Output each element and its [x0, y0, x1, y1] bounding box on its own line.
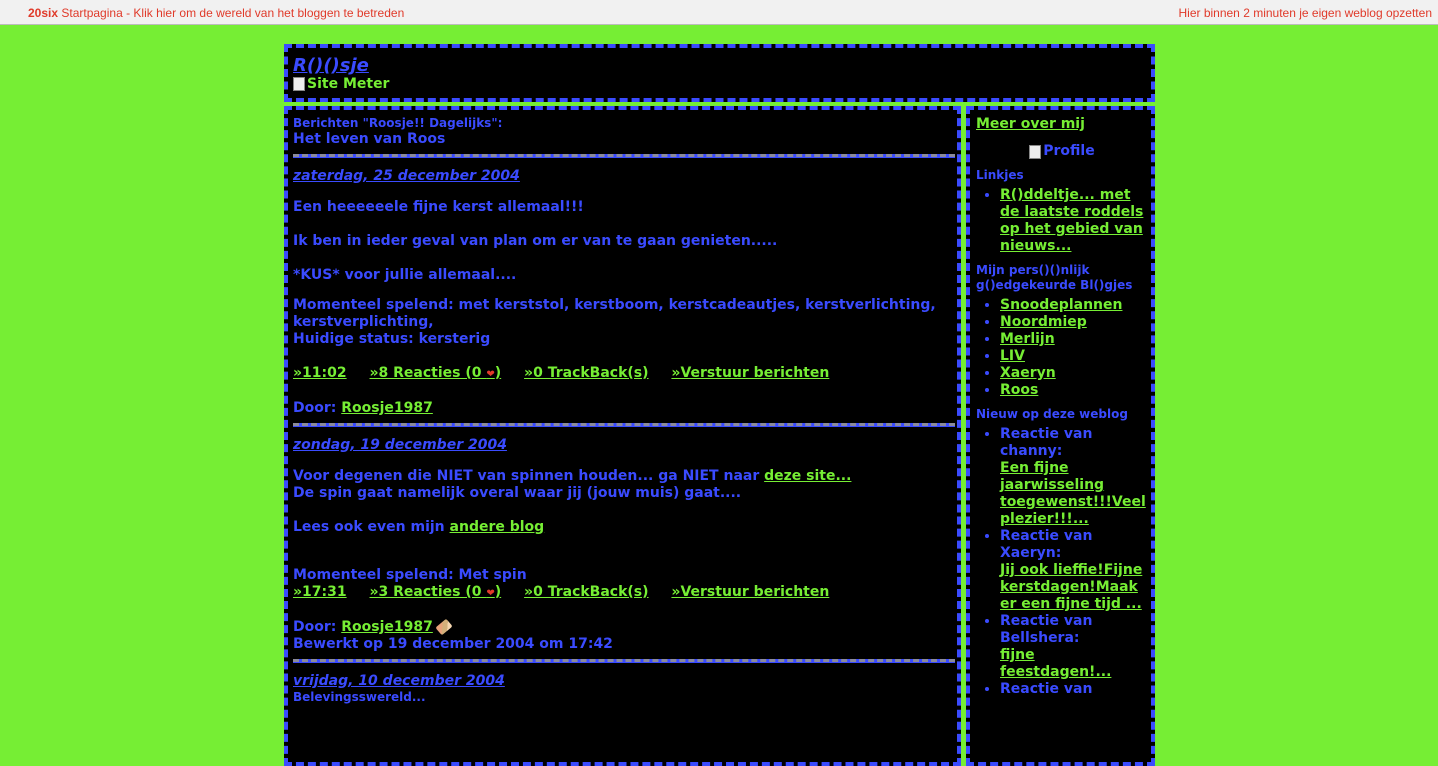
- profile-alt: Profile: [1043, 143, 1095, 159]
- blogs-heading: Mijn pers()()nlijk g()edgekeurde Bl()gje…: [976, 263, 1133, 292]
- author-link[interactable]: Roosje1987: [341, 619, 433, 635]
- post-status: Huidige status: kersterig: [293, 331, 491, 347]
- new-heading: Nieuw op deze weblog: [976, 407, 1128, 421]
- blogs-list: Snoodeplannen Noordmiep Merlijn LIV Xaer…: [976, 297, 1148, 399]
- sidebar-link[interactable]: R()ddeltje... met de laatste roddels op …: [1000, 187, 1143, 254]
- profile-image[interactable]: Profile: [976, 143, 1148, 160]
- post-meta: »17:31 »3 Reacties (0 ❤) »0 TrackBack(s)…: [293, 584, 955, 602]
- author-label: Door:: [293, 619, 342, 635]
- list-item: Reactie van channy:Een fijne jaarwisseli…: [1000, 426, 1148, 528]
- comment-link[interactable]: fijne feestdagen!...: [1000, 647, 1111, 680]
- site-meter-alt: Site Meter: [307, 76, 390, 92]
- post-subtitle: Belevingsswereld...: [293, 690, 426, 704]
- list-item: Reactie van Bellshera:fijne feestdagen!.…: [1000, 613, 1148, 681]
- blog-link[interactable]: Snoodeplannen: [1000, 297, 1122, 313]
- spider-site-link[interactable]: deze site...: [764, 468, 851, 484]
- intro-label: Berichten "Roosje!! Dagelijks":: [293, 116, 503, 130]
- post-time-link[interactable]: »11:02: [293, 365, 347, 381]
- post-playing: Momenteel spelend: met kerststol, kerstb…: [293, 297, 936, 330]
- post-line: Ik ben in ieder geval van plan om er van…: [293, 233, 778, 249]
- trackback-link[interactable]: »0 TrackBack(s): [524, 584, 649, 600]
- blog-title-link[interactable]: R()()sje: [293, 55, 369, 76]
- heart-icon: ❤: [486, 588, 495, 599]
- post-line: De spin gaat namelijk overal waar jij (j…: [293, 485, 742, 501]
- post-divider: [293, 423, 955, 427]
- reactions-end: ): [494, 584, 502, 600]
- post-line: Voor degenen die NIET van spinnen houden…: [293, 468, 955, 485]
- broken-image-icon: [293, 77, 305, 91]
- post-line: Lees ook even mijn andere blog: [293, 519, 955, 536]
- comment-link[interactable]: Een fijne jaarwisseling toegewenst!!!Vee…: [1000, 460, 1146, 527]
- startpage-link[interactable]: 20six Startpagina - Klik hier om de were…: [28, 6, 404, 20]
- post: zaterdag, 25 december 2004 Een heeeeeele…: [293, 168, 955, 417]
- reactions-label: »8 Reacties (0: [369, 365, 487, 381]
- reactions-end: ): [494, 365, 502, 381]
- top-bar: 20six Startpagina - Klik hier om de were…: [0, 0, 1438, 25]
- list-item: Noordmiep: [1000, 314, 1148, 331]
- main-content: Berichten "Roosje!! Dagelijks": Het leve…: [284, 106, 961, 766]
- list-item: Roos: [1000, 382, 1148, 399]
- about-me-link[interactable]: Meer over mij: [976, 116, 1085, 132]
- post-author: Door: Roosje1987: [293, 618, 955, 636]
- reactions-link[interactable]: »3 Reacties (0 ❤): [369, 584, 501, 600]
- list-item: Reactie van: [1000, 681, 1148, 698]
- post-edited: Bewerkt op 19 december 2004 om 17:42: [293, 636, 613, 652]
- post-date-link[interactable]: vrijdag, 10 december 2004: [293, 673, 505, 689]
- post-meta: »11:02 »8 Reacties (0 ❤) »0 TrackBack(s)…: [293, 365, 955, 383]
- blog-link[interactable]: LIV: [1000, 348, 1025, 364]
- blog-link[interactable]: Roos: [1000, 382, 1038, 398]
- post-author: Door: Roosje1987: [293, 400, 955, 417]
- reactions-label: »3 Reacties (0: [369, 584, 487, 600]
- post-line: Een heeeeeele fijne kerst allemaal!!!: [293, 199, 584, 215]
- list-item: Snoodeplannen: [1000, 297, 1148, 314]
- post-text: Lees ook even mijn: [293, 519, 450, 535]
- trackback-link[interactable]: »0 TrackBack(s): [524, 365, 649, 381]
- list-item: Xaeryn: [1000, 365, 1148, 382]
- post-time-link[interactable]: »17:31: [293, 584, 347, 600]
- comment-link[interactable]: Jij ook lieffie!Fijne kerstdagen!Maak er…: [1000, 562, 1142, 612]
- comment-author: Reactie van channy:: [1000, 426, 1093, 459]
- heart-icon: ❤: [486, 369, 495, 380]
- reactions-link[interactable]: »8 Reacties (0 ❤): [369, 365, 501, 381]
- comment-author: Reactie van Xaeryn:: [1000, 528, 1093, 561]
- blog-link[interactable]: Merlijn: [1000, 331, 1055, 347]
- send-post-link[interactable]: »Verstuur berichten: [671, 584, 829, 600]
- post: zondag, 19 december 2004 Voor degenen di…: [293, 437, 955, 653]
- author-link[interactable]: Roosje1987: [341, 400, 433, 416]
- post-text: Voor degenen die NIET van spinnen houden…: [293, 468, 765, 484]
- post-divider: [293, 154, 955, 158]
- list-item: Reactie van Xaeryn:Jij ook lieffie!Fijne…: [1000, 528, 1148, 613]
- list-item: LIV: [1000, 348, 1148, 365]
- post-line: *KUS* voor jullie allemaal....: [293, 267, 517, 283]
- pencil-icon: [435, 618, 453, 636]
- list-item: R()ddeltje... met de laatste roddels op …: [1000, 187, 1148, 255]
- links-list: R()ddeltje... met de laatste roddels op …: [976, 187, 1148, 255]
- post-playing: Momenteel spelend: Met spin: [293, 567, 527, 583]
- comment-author: Reactie van Bellshera:: [1000, 613, 1093, 646]
- blog-header: R()()sje Site Meter: [284, 44, 1155, 102]
- send-post-link[interactable]: »Verstuur berichten: [671, 365, 829, 381]
- site-meter[interactable]: Site Meter: [293, 76, 389, 92]
- post-date-link[interactable]: zondag, 19 december 2004: [293, 437, 507, 453]
- startpage-text: Startpagina - Klik hier om de wereld van…: [58, 6, 405, 20]
- create-weblog-link[interactable]: Hier binnen 2 minuten je eigen weblog op…: [1178, 6, 1432, 20]
- post-divider: [293, 659, 955, 663]
- links-heading: Linkjes: [976, 168, 1024, 182]
- list-item: Merlijn: [1000, 331, 1148, 348]
- blog-link[interactable]: Noordmiep: [1000, 314, 1087, 330]
- sidebar: Meer over mij Profile Linkjes R()ddeltje…: [966, 106, 1155, 766]
- comment-author: Reactie van: [1000, 681, 1093, 697]
- new-list: Reactie van channy:Een fijne jaarwisseli…: [976, 426, 1148, 698]
- intro-title: Het leven van Roos: [293, 131, 446, 147]
- post: vrijdag, 10 december 2004 Belevingsswere…: [293, 673, 955, 705]
- brand-name: 20six: [28, 6, 59, 20]
- blog-link[interactable]: Xaeryn: [1000, 365, 1056, 381]
- other-blog-link[interactable]: andere blog: [450, 519, 545, 535]
- author-label: Door:: [293, 400, 342, 416]
- post-date-link[interactable]: zaterdag, 25 december 2004: [293, 168, 520, 184]
- broken-image-icon: [1029, 144, 1042, 159]
